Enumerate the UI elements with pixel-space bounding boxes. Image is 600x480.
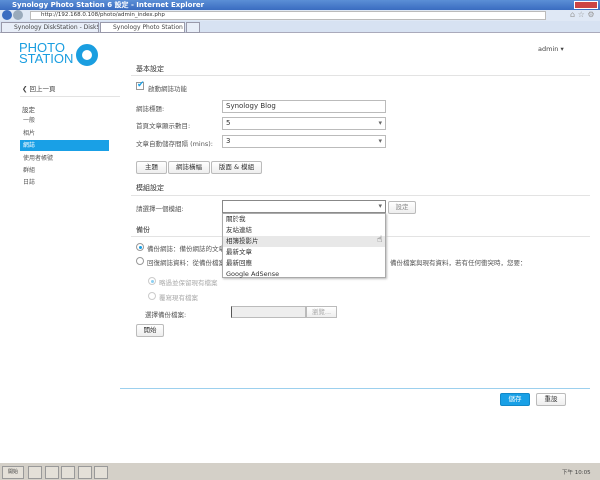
window-title-bar: Synology Photo Station 6 設定 - Internet E… [0, 0, 600, 10]
browse-button[interactable]: 瀏覽... [306, 306, 337, 318]
basic-heading: 基本設定 [136, 65, 164, 73]
sidebar-item-groups[interactable]: 群組 [20, 165, 109, 176]
url-input[interactable]: http://192.168.0.108/photo/admin_index.p… [30, 11, 546, 20]
tab-diskstation[interactable]: Synology DiskStation - DiskStation [1, 22, 99, 33]
start-button-taskbar[interactable]: 開始 [2, 466, 24, 479]
set-button[interactable]: 設定 [388, 201, 416, 214]
module-label: 請選擇一個模組: [136, 205, 184, 213]
tab-photostation[interactable]: Synology Photo Station 6 設定 [100, 22, 185, 33]
restore-radio[interactable] [136, 257, 144, 265]
restore-label: 回復網誌資料：從備份檔案回 [147, 259, 232, 267]
count-label: 首頁文章顯示數目: [136, 122, 191, 130]
backup-heading: 備份 [136, 226, 150, 234]
reset-button[interactable]: 重設 [536, 393, 566, 406]
module-select[interactable] [222, 200, 386, 213]
restore-label-end: 備份檔案與現有資料，若有任何衝突時，您要： [390, 259, 527, 267]
post-count-select[interactable]: 5 [222, 117, 386, 130]
clock: 下午 10:05 [562, 470, 591, 476]
folder-taskbar-icon[interactable] [45, 466, 59, 479]
firefox-taskbar-icon[interactable] [61, 466, 75, 479]
dropdown-option[interactable]: 友站連結 [223, 225, 385, 236]
back-link[interactable]: ❮ 回上一頁 [22, 83, 56, 93]
forward-icon[interactable] [13, 10, 23, 20]
overwrite-label: 覆寫現有檔案 [159, 294, 198, 302]
sidebar-item-photos[interactable]: 相片 [20, 128, 109, 139]
app-taskbar-icon[interactable] [94, 466, 108, 479]
dropdown-option[interactable]: 相簿投影片 [223, 236, 385, 247]
layout-button[interactable]: 版面 & 模組 [211, 161, 262, 174]
new-tab-button[interactable] [186, 22, 200, 33]
logo: PHOTO STATION [19, 40, 74, 66]
home-icon[interactable]: ⌂ ☆ ⚙ [570, 10, 595, 19]
user-menu[interactable]: admin ▾ [538, 45, 564, 53]
dropdown-option[interactable]: 關於我 [223, 214, 385, 225]
skip-radio[interactable] [148, 277, 156, 285]
sidebar-section: 設定 [22, 106, 35, 114]
tab-bar: Synology DiskStation - DiskStation Synol… [0, 21, 600, 33]
dropdown-option[interactable]: Google AdSense [223, 269, 385, 280]
address-bar-row: http://192.168.0.108/photo/admin_index.p… [0, 10, 600, 21]
hand-cursor-icon: ☝ [377, 235, 383, 245]
sidebar-item-blog[interactable]: 網誌 [20, 140, 109, 151]
module-heading: 模組設定 [136, 184, 164, 192]
overwrite-radio[interactable] [148, 292, 156, 300]
skip-label: 略過並保留現有檔案 [159, 279, 218, 287]
banner-button[interactable]: 網誌橫幅 [168, 161, 210, 174]
module-dropdown: 關於我 友站連結 相簿投影片 最新文章 最新回應 Google AdSense [222, 213, 386, 278]
file-label: 選擇備份檔案: [145, 311, 187, 319]
sidebar-item-logs[interactable]: 日誌 [20, 177, 109, 188]
sidebar-item-users[interactable]: 使用者帳號 [20, 153, 109, 164]
footer-divider [120, 388, 590, 389]
back-icon[interactable] [2, 10, 12, 20]
save-button[interactable]: 儲存 [500, 393, 530, 406]
enable-blog-label: 啟動網誌功能 [148, 85, 187, 93]
backup-label: 備份網誌：備份網誌的文章、 [147, 245, 232, 253]
outlook-taskbar-icon[interactable] [78, 466, 92, 479]
sidebar-item-general[interactable]: 一般 [20, 115, 109, 126]
blog-title-input[interactable]: Synology Blog [222, 100, 386, 113]
ie-taskbar-icon[interactable] [28, 466, 42, 479]
autosave-label: 文章自動儲存間隔 (mins): [136, 140, 213, 148]
dropdown-option[interactable]: 最新文章 [223, 247, 385, 258]
file-input[interactable] [231, 306, 306, 318]
gear-logo-icon [76, 44, 98, 66]
enable-blog-checkbox[interactable]: ✔ [136, 81, 145, 90]
dropdown-option[interactable]: 最新回應 [223, 258, 385, 269]
autosave-select[interactable]: 3 [222, 135, 386, 148]
backup-radio[interactable] [136, 243, 144, 251]
start-button[interactable]: 開始 [136, 324, 164, 337]
theme-button[interactable]: 主題 [136, 161, 167, 174]
title-label: 網誌標題: [136, 105, 165, 113]
window-controls[interactable] [574, 1, 598, 9]
taskbar: 開始 下午 10:05 [0, 462, 600, 480]
